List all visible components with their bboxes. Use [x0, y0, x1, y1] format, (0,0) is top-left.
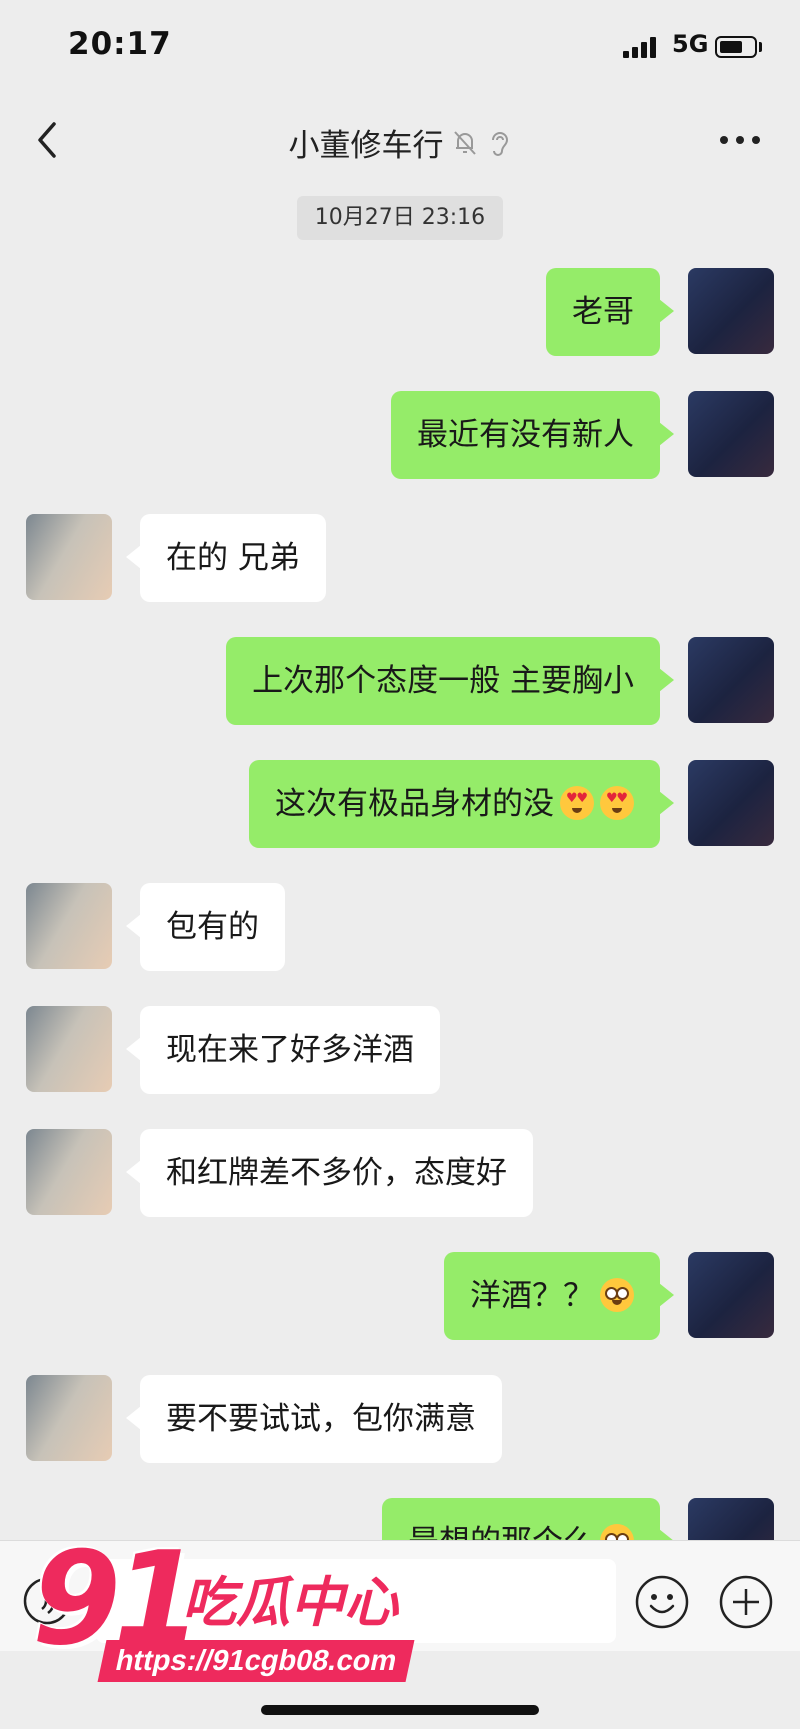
message-timestamp: 10月27日 23:16: [297, 196, 503, 240]
message-bubble-sent[interactable]: 老哥: [546, 268, 674, 356]
add-icon[interactable]: [718, 1574, 774, 1630]
message-row: 要不要试试，包你满意: [0, 1375, 800, 1463]
message-text: 包有的: [166, 909, 259, 945]
message-row: 包有的: [0, 883, 800, 971]
message-row: 现在来了好多洋酒: [0, 1006, 800, 1094]
contact-avatar[interactable]: [26, 1129, 112, 1215]
message-row: 洋酒？？: [0, 1252, 800, 1340]
status-time: 20:17: [68, 26, 172, 62]
battery-tip: [759, 42, 762, 52]
message-row: 老哥: [0, 268, 800, 356]
message-bubble-sent[interactable]: 洋酒？？: [444, 1252, 674, 1340]
heart-eyes-emoji: [560, 785, 594, 820]
message-row: 在的 兄弟: [0, 514, 800, 602]
message-text: 这次有极品身材的没: [275, 786, 554, 822]
message-bubble-received[interactable]: 在的 兄弟: [126, 514, 326, 602]
message-text: 要不要试试，包你满意: [166, 1401, 476, 1437]
message-text: 在的 兄弟: [166, 540, 300, 576]
contact-avatar[interactable]: [26, 1006, 112, 1092]
message-text: 洋酒？？: [470, 1278, 594, 1314]
my-avatar[interactable]: [688, 391, 774, 477]
watermark-text: 吃瓜中心: [182, 1571, 398, 1634]
message-row: 上次那个态度一般 主要胸小: [0, 637, 800, 725]
battery-level: [720, 41, 742, 53]
emoji-icon[interactable]: [634, 1574, 690, 1630]
mute-bell-icon: [453, 130, 476, 155]
flushed-emoji: [600, 1277, 634, 1312]
message-bubble-sent[interactable]: 最近有没有新人: [391, 391, 674, 479]
my-avatar[interactable]: [688, 268, 774, 354]
contact-avatar[interactable]: [26, 514, 112, 600]
status-bar: 20:17 5G: [0, 0, 800, 92]
message-bubble-sent[interactable]: 上次那个态度一般 主要胸小: [226, 637, 674, 725]
contact-avatar[interactable]: [26, 883, 112, 969]
message-text: 上次那个态度一般 主要胸小: [252, 663, 634, 699]
message-text: 最近有没有新人: [417, 417, 634, 453]
earpiece-icon: [491, 131, 508, 156]
signal-icon: [623, 36, 663, 58]
more-options-icon[interactable]: [718, 134, 762, 146]
message-row: 最近有没有新人: [0, 391, 800, 479]
watermark-url: https://91cgb08.com: [97, 1640, 415, 1682]
message-bubble-received[interactable]: 和红牌差不多价，态度好: [126, 1129, 533, 1217]
my-avatar[interactable]: [688, 637, 774, 723]
contact-avatar[interactable]: [26, 1375, 112, 1461]
home-indicator: [261, 1705, 539, 1715]
my-avatar[interactable]: [688, 1252, 774, 1338]
message-bubble-sent[interactable]: 这次有极品身材的没: [249, 760, 674, 848]
network-type: 5G: [672, 30, 709, 58]
my-avatar[interactable]: [688, 760, 774, 846]
heart-eyes-emoji: [600, 785, 634, 820]
message-bubble-received[interactable]: 要不要试试，包你满意: [126, 1375, 502, 1463]
chat-title: 小董修车行: [288, 128, 444, 164]
chat-header: 小董修车行: [0, 92, 800, 188]
battery-icon: [715, 36, 757, 58]
message-text: 和红牌差不多价，态度好: [166, 1155, 507, 1191]
message-text: 现在来了好多洋酒: [166, 1032, 414, 1068]
chat-title-area: 小董修车行: [0, 120, 800, 165]
message-text: 老哥: [572, 294, 634, 330]
message-row: 这次有极品身材的没: [0, 760, 800, 848]
watermark-logo: 91 吃瓜中心 https://91cgb08.com: [32, 1525, 427, 1705]
message-bubble-received[interactable]: 包有的: [126, 883, 285, 971]
message-row: 和红牌差不多价，态度好: [0, 1129, 800, 1217]
message-bubble-received[interactable]: 现在来了好多洋酒: [126, 1006, 440, 1094]
